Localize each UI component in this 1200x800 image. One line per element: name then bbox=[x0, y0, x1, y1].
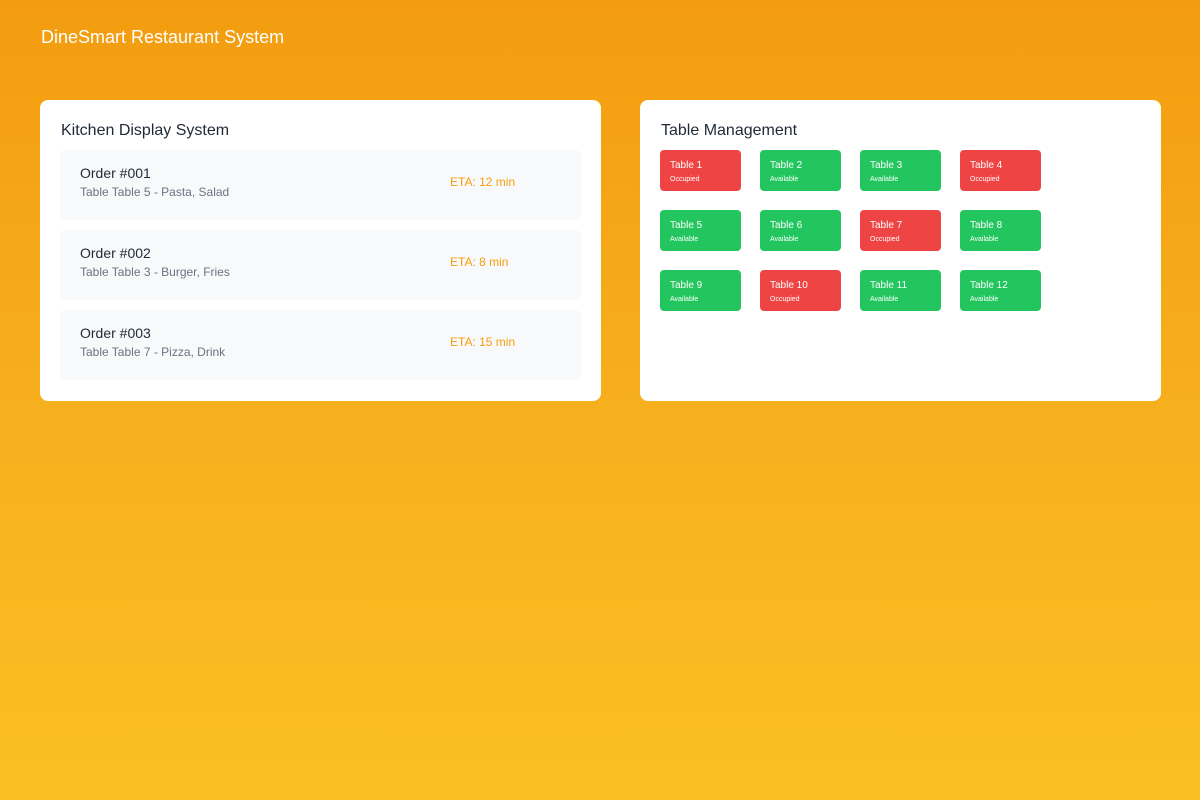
order-number: Order #002 bbox=[80, 245, 151, 261]
table-status: Available bbox=[970, 296, 999, 303]
order-eta: ETA: 8 min bbox=[450, 255, 509, 269]
table-tile-3[interactable]: Table 3 Available bbox=[860, 150, 941, 191]
table-tile-7[interactable]: Table 7 Occupied bbox=[860, 210, 941, 251]
order-detail: Table Table 5 - Pasta, Salad bbox=[80, 185, 230, 199]
table-tile-9[interactable]: Table 9 Available bbox=[660, 270, 741, 311]
table-name: Table 7 bbox=[870, 220, 903, 231]
order-detail: Table Table 3 - Burger, Fries bbox=[80, 265, 230, 279]
table-tile-4[interactable]: Table 4 Occupied bbox=[960, 150, 1041, 191]
order-card-003[interactable]: Order #003 Table Table 7 - Pizza, Drink … bbox=[60, 310, 581, 380]
table-status: Occupied bbox=[770, 296, 800, 303]
table-tile-5[interactable]: Table 5 Available bbox=[660, 210, 741, 251]
table-name: Table 11 bbox=[870, 280, 908, 291]
kitchen-display-title: Kitchen Display System bbox=[61, 122, 230, 139]
app-title: DineSmart Restaurant System bbox=[41, 27, 285, 47]
table-status: Available bbox=[670, 296, 699, 303]
table-status: Occupied bbox=[870, 236, 900, 243]
table-tile-6[interactable]: Table 6 Available bbox=[760, 210, 841, 251]
table-status: Available bbox=[770, 236, 799, 243]
order-detail: Table Table 7 - Pizza, Drink bbox=[80, 345, 226, 359]
table-management-panel: Table Management Table 1 Occupied Table … bbox=[640, 100, 1161, 401]
order-eta: ETA: 12 min bbox=[450, 175, 516, 189]
table-name: Table 3 bbox=[870, 160, 903, 171]
table-name: Table 6 bbox=[770, 220, 803, 231]
table-status: Available bbox=[970, 236, 999, 243]
order-card-002[interactable]: Order #002 Table Table 3 - Burger, Fries… bbox=[60, 230, 581, 300]
order-card-001[interactable]: Order #001 Table Table 5 - Pasta, Salad … bbox=[60, 150, 581, 220]
table-status: Available bbox=[870, 296, 899, 303]
table-status: Available bbox=[870, 176, 899, 183]
table-tile-1[interactable]: Table 1 Occupied bbox=[660, 150, 741, 191]
table-tile-12[interactable]: Table 12 Available bbox=[960, 270, 1041, 311]
table-status: Available bbox=[770, 176, 799, 183]
order-number: Order #003 bbox=[80, 325, 151, 341]
kitchen-display-panel: Kitchen Display System Order #001 Table … bbox=[40, 100, 601, 401]
table-name: Table 9 bbox=[670, 280, 703, 291]
table-status: Available bbox=[670, 236, 699, 243]
table-name: Table 4 bbox=[970, 160, 1003, 171]
table-name: Table 5 bbox=[670, 220, 703, 231]
table-grid: Table 1 Occupied Table 2 Available Table… bbox=[660, 150, 1060, 320]
order-number: Order #001 bbox=[80, 165, 151, 181]
table-tile-2[interactable]: Table 2 Available bbox=[760, 150, 841, 191]
table-management-title: Table Management bbox=[661, 122, 798, 139]
table-name: Table 8 bbox=[970, 220, 1003, 231]
table-name: Table 1 bbox=[670, 160, 703, 171]
table-tile-11[interactable]: Table 11 Available bbox=[860, 270, 941, 311]
table-status: Occupied bbox=[670, 176, 700, 183]
table-name: Table 10 bbox=[770, 280, 808, 291]
table-name: Table 2 bbox=[770, 160, 803, 171]
table-tile-10[interactable]: Table 10 Occupied bbox=[760, 270, 841, 311]
table-tile-8[interactable]: Table 8 Available bbox=[960, 210, 1041, 251]
table-name: Table 12 bbox=[970, 280, 1008, 291]
table-status: Occupied bbox=[970, 176, 1000, 183]
order-eta: ETA: 15 min bbox=[450, 335, 516, 349]
